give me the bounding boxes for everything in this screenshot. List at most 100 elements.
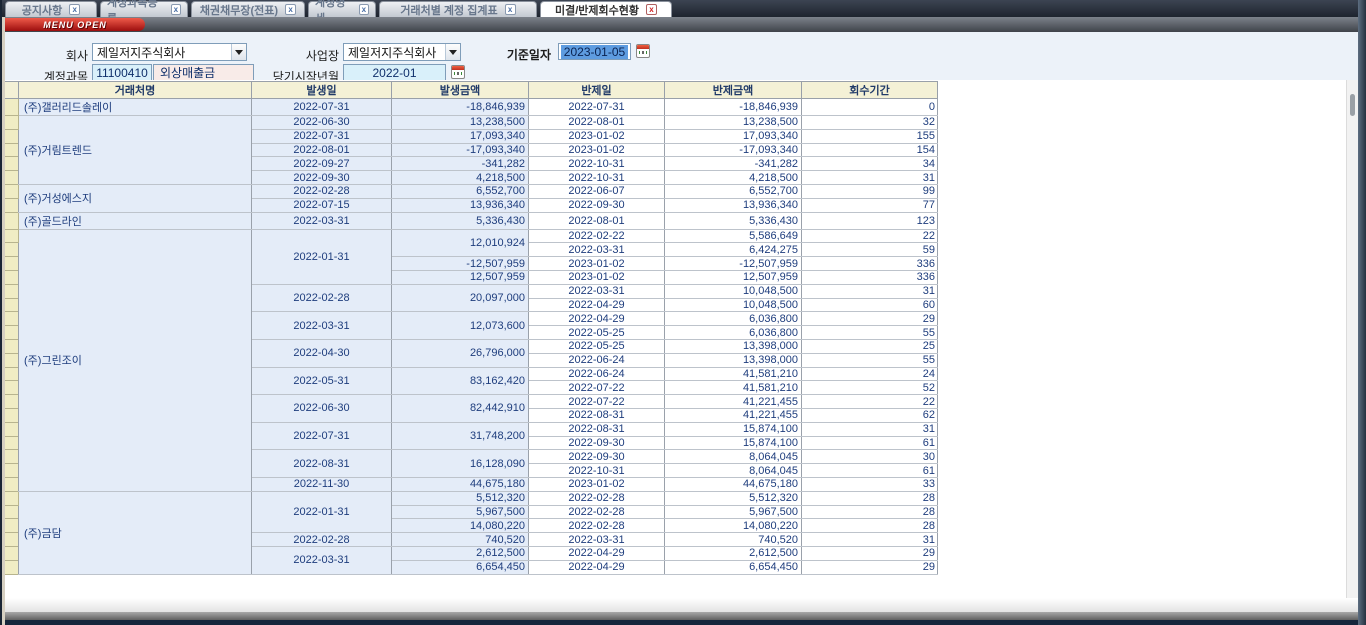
cell-oa[interactable]: 5,336,430 [392,212,529,229]
close-icon[interactable]: x [171,4,181,15]
cell-rd[interactable]: 2022-02-28 [529,505,665,519]
tab-account-detail[interactable]: 계정명세 x [308,1,376,17]
cell-od[interactable]: 2022-07-15 [252,198,392,212]
cell-dy[interactable]: 22 [802,229,938,243]
row-selector[interactable] [5,326,19,340]
cell-od[interactable]: 2022-09-27 [252,157,392,171]
cell-dy[interactable]: 28 [802,491,938,505]
cell-ra[interactable]: 41,221,455 [665,395,802,409]
cell-oa[interactable]: -12,507,959 [392,257,529,271]
cell-dy[interactable]: 0 [802,99,938,116]
cell-rd[interactable]: 2022-09-30 [529,436,665,450]
cell-dy[interactable]: 55 [802,326,938,340]
cell-od[interactable]: 2022-11-30 [252,477,392,491]
cell-oa[interactable]: 12,507,959 [392,270,529,284]
tab-outstanding-settlement-status[interactable]: 미결/반제회수현황 x [540,1,672,17]
row-selector[interactable] [5,212,19,229]
cell-rd[interactable]: 2022-06-24 [529,353,665,367]
cell-rd[interactable]: 2022-05-25 [529,339,665,353]
row-selector[interactable] [5,546,19,560]
cell-rd[interactable]: 2022-06-24 [529,367,665,381]
cell-dy[interactable]: 336 [802,270,938,284]
cell-rd[interactable]: 2023-01-02 [529,270,665,284]
cell-rd[interactable]: 2022-03-31 [529,284,665,298]
row-selector[interactable] [5,298,19,312]
row-selector[interactable] [5,491,19,505]
row-selector[interactable] [5,533,19,547]
site-select[interactable]: 제일저지주식회사 [343,43,461,61]
row-selector[interactable] [5,99,19,116]
cell-cust[interactable]: (주)거성에스지 [19,184,252,212]
horizontal-scrollbar[interactable] [4,598,1358,612]
calendar-icon[interactable] [636,44,650,58]
cell-dy[interactable]: 99 [802,184,938,198]
cell-dy[interactable]: 25 [802,339,938,353]
cell-rd[interactable]: 2022-04-29 [529,546,665,560]
cell-dy[interactable]: 31 [802,284,938,298]
cell-ra[interactable]: 12,507,959 [665,270,802,284]
cell-od[interactable]: 2022-08-01 [252,143,392,157]
cell-ra[interactable]: 8,064,045 [665,450,802,464]
cell-ra[interactable]: 6,654,450 [665,560,802,574]
cell-ra[interactable]: 8,064,045 [665,464,802,478]
cell-oa[interactable]: 5,967,500 [392,505,529,519]
base-date-input[interactable]: 2023-01-05 [558,43,631,60]
cell-rd[interactable]: 2022-10-31 [529,464,665,478]
row-selector[interactable] [5,408,19,422]
row-selector[interactable] [5,422,19,436]
cell-dy[interactable]: 32 [802,116,938,130]
cell-rd[interactable]: 2023-01-02 [529,143,665,157]
cell-ra[interactable]: 5,967,500 [665,505,802,519]
cell-od[interactable]: 2022-09-30 [252,171,392,185]
cell-dy[interactable]: 61 [802,464,938,478]
tab-customer-account-summary[interactable]: 거래처별 계정 집계표 x [379,1,537,17]
cell-ra[interactable]: 15,874,100 [665,422,802,436]
cell-oa[interactable]: 82,442,910 [392,395,529,423]
cell-rd[interactable]: 2022-02-28 [529,491,665,505]
cell-ra[interactable]: 740,520 [665,533,802,547]
cell-od[interactable]: 2022-05-31 [252,367,392,395]
cell-rd[interactable]: 2022-02-22 [529,229,665,243]
chevron-down-icon[interactable] [445,44,460,60]
cell-dy[interactable]: 30 [802,450,938,464]
cell-dy[interactable]: 34 [802,157,938,171]
cell-ra[interactable]: -18,846,939 [665,99,802,116]
row-selector[interactable] [5,381,19,395]
cell-od[interactable]: 2022-03-31 [252,546,392,574]
cell-dy[interactable]: 24 [802,367,938,381]
cell-dy[interactable]: 154 [802,143,938,157]
cell-od[interactable]: 2022-08-31 [252,450,392,478]
cell-dy[interactable]: 29 [802,560,938,574]
cell-dy[interactable]: 336 [802,257,938,271]
row-selector[interactable] [5,395,19,409]
cell-rd[interactable]: 2022-03-31 [529,533,665,547]
cell-rd[interactable]: 2022-07-22 [529,395,665,409]
cell-rd[interactable]: 2022-05-25 [529,326,665,340]
col-header-settle-amount[interactable]: 반제금액 [665,82,802,99]
cell-ra[interactable]: 5,586,649 [665,229,802,243]
row-selector[interactable] [5,270,19,284]
cell-oa[interactable]: 6,654,450 [392,560,529,574]
cell-cust[interactable]: (주)그린조이 [19,229,252,491]
cell-oa[interactable]: 2,612,500 [392,546,529,560]
cell-oa[interactable]: 740,520 [392,533,529,547]
cell-ra[interactable]: 14,080,220 [665,519,802,533]
cell-ra[interactable]: 4,218,500 [665,171,802,185]
cell-od[interactable]: 2022-07-31 [252,422,392,450]
cell-rd[interactable]: 2022-08-01 [529,116,665,130]
cell-ra[interactable]: 41,581,210 [665,367,802,381]
cell-rd[interactable]: 2023-01-02 [529,257,665,271]
account-code-input[interactable]: 11100410 [92,64,152,81]
period-start-input[interactable]: 2022-01 [343,64,446,81]
close-icon[interactable]: x [285,4,296,15]
cell-ra[interactable]: 5,336,430 [665,212,802,229]
cell-dy[interactable]: 28 [802,519,938,533]
cell-oa[interactable]: 31,748,200 [392,422,529,450]
cell-ra[interactable]: 10,048,500 [665,298,802,312]
col-header-collection-days[interactable]: 회수기간 [802,82,938,99]
cell-dy[interactable]: 31 [802,533,938,547]
menu-open-button[interactable]: MENU OPEN [5,18,145,31]
cell-oa[interactable]: 6,552,700 [392,184,529,198]
cell-oa[interactable]: 5,512,320 [392,491,529,505]
cell-ra[interactable]: 2,612,500 [665,546,802,560]
